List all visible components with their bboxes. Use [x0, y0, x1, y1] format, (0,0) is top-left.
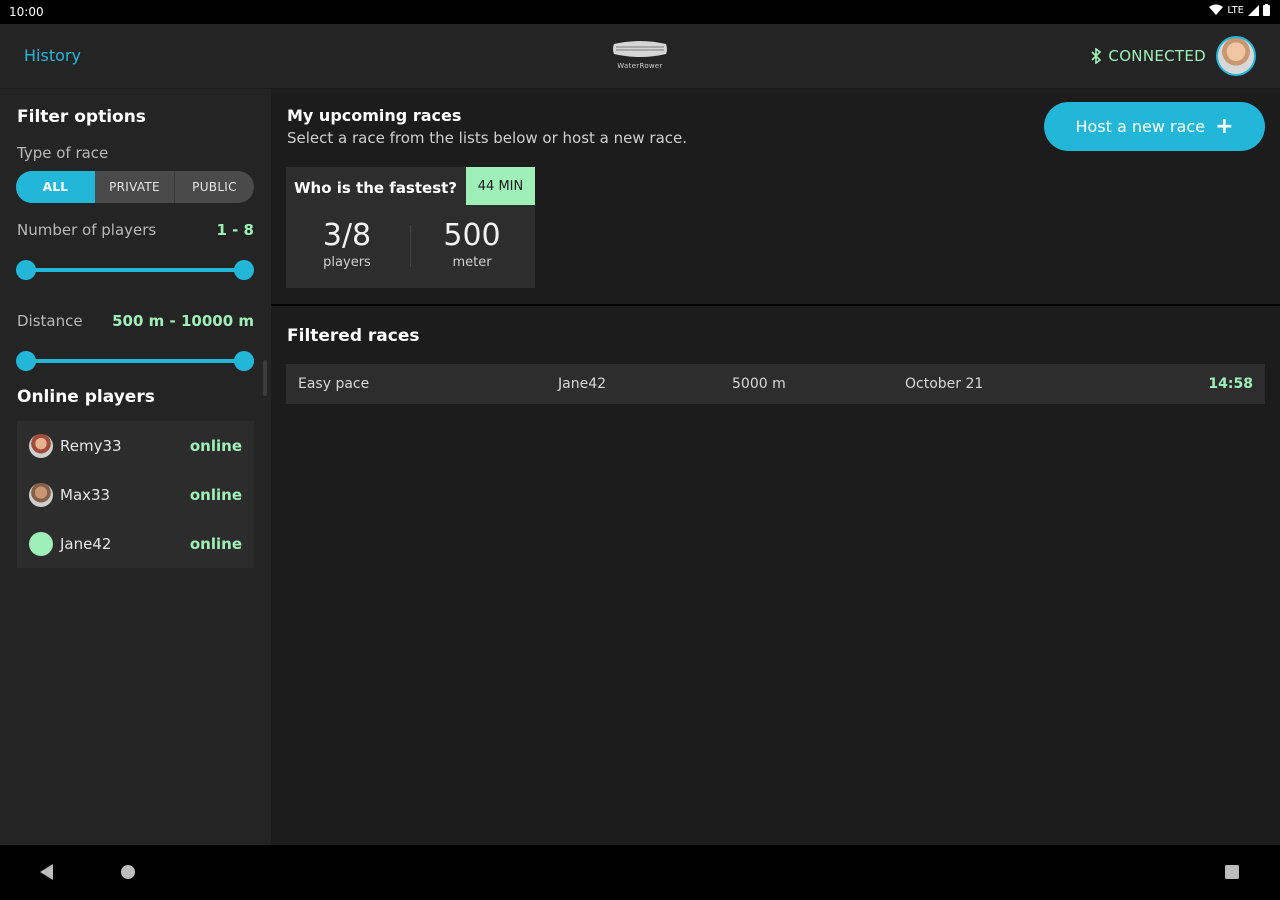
race-distance-unit: meter — [452, 255, 492, 270]
race-type-public[interactable]: PUBLIC — [175, 171, 254, 203]
player-name: Remy33 — [60, 436, 122, 455]
race-name: Easy pace — [298, 376, 370, 392]
distance-range-slider[interactable] — [16, 351, 254, 371]
player-avatar — [29, 433, 53, 458]
wifi-icon — [1209, 4, 1224, 15]
player-item[interactable]: Jane42 online — [17, 519, 254, 568]
race-distance-stat: 500 meter — [417, 218, 527, 271]
player-status: online — [189, 436, 242, 455]
race-players-unit: players — [323, 255, 371, 270]
distance-label: Distance — [17, 312, 83, 330]
pane-resize-handle[interactable] — [263, 360, 267, 396]
stat-divider — [410, 225, 411, 267]
connection-status[interactable]: CONNECTED — [1090, 47, 1206, 65]
players-range-value: 1 - 8 — [216, 221, 254, 239]
logo-text: WaterRower — [617, 62, 663, 70]
players-max-handle[interactable] — [234, 260, 254, 280]
online-players-title: Online players — [17, 387, 155, 407]
upcoming-races-section: My upcoming races Select a race from the… — [271, 89, 1280, 304]
race-date: October 21 — [905, 376, 984, 392]
players-filter-row: Number of players 1 - 8 — [17, 221, 254, 239]
race-time-badge: 44 MIN — [466, 167, 535, 205]
signal-icon — [1248, 4, 1259, 16]
upcoming-races-title: My upcoming races — [287, 106, 462, 125]
upcoming-races-subtitle: Select a race from the lists below or ho… — [287, 129, 688, 147]
distance-filter-row: Distance 500 m - 10000 m — [17, 312, 254, 330]
race-type-all[interactable]: ALL — [16, 171, 95, 203]
race-start-time: 14:58 — [1208, 376, 1253, 392]
user-avatar[interactable] — [1216, 36, 1256, 76]
distance-min-handle[interactable] — [16, 351, 36, 371]
network-label: LTE — [1227, 4, 1244, 16]
player-name: Max33 — [60, 485, 111, 504]
race-players-stat: 3/8 players — [292, 218, 402, 271]
players-min-handle[interactable] — [16, 260, 36, 280]
race-host: Jane42 — [558, 376, 607, 392]
recent-apps-icon[interactable] — [1225, 865, 1239, 879]
player-name: Jane42 — [60, 534, 112, 553]
bluetooth-icon — [1091, 48, 1102, 64]
race-card-title: Who is the fastest? — [294, 179, 458, 197]
history-link[interactable]: History — [24, 46, 81, 65]
filtered-race-row[interactable]: Easy pace Jane42 5000 m October 21 14:58 — [286, 364, 1265, 404]
back-icon[interactable] — [40, 864, 53, 880]
race-type-label: Type of race — [17, 144, 109, 162]
player-item[interactable]: Max33 online — [17, 470, 254, 519]
system-icons: LTE — [1209, 4, 1270, 16]
filter-options-title: Filter options — [17, 107, 146, 127]
battery-icon — [1263, 4, 1270, 16]
connection-label: CONNECTED — [1108, 47, 1206, 65]
race-players-value: 3/8 — [322, 218, 372, 253]
waterrower-logo: WaterRower — [610, 38, 670, 74]
distance-range-value: 500 m - 10000 m — [112, 312, 254, 330]
race-type-private[interactable]: PRIVATE — [95, 171, 175, 203]
system-navigation-bar — [0, 845, 1280, 900]
filtered-races-section: Filtered races Easy pace Jane42 5000 m O… — [271, 306, 1280, 845]
player-status: online — [189, 485, 242, 504]
players-label: Number of players — [17, 221, 157, 239]
home-icon[interactable] — [121, 865, 135, 879]
host-new-race-label: Host a new race — [1075, 117, 1206, 136]
logo-icon — [613, 41, 667, 57]
status-bar: 10:00 LTE — [0, 0, 1280, 24]
players-range-slider[interactable] — [16, 260, 254, 280]
race-distance: 5000 m — [732, 376, 786, 392]
player-avatar — [29, 531, 53, 556]
player-status: online — [189, 534, 242, 553]
player-item[interactable]: Remy33 online — [17, 421, 254, 470]
filter-sidebar: Filter options Type of race ALL PRIVATE … — [0, 89, 271, 845]
online-players-list: Remy33 online Max33 online Jane42 online — [17, 421, 254, 568]
race-distance-value: 500 — [443, 218, 501, 253]
filtered-races-title: Filtered races — [287, 326, 420, 346]
plus-icon: + — [1215, 113, 1234, 139]
app-bar: History WaterRower CONNECTED — [0, 24, 1280, 89]
host-new-race-button[interactable]: Host a new race + — [1044, 102, 1265, 151]
player-avatar — [29, 482, 53, 507]
distance-max-handle[interactable] — [234, 351, 254, 371]
race-type-segmented-control: ALL PRIVATE PUBLIC — [16, 171, 254, 203]
status-time: 10:00 — [9, 5, 44, 19]
upcoming-race-card[interactable]: Who is the fastest? 44 MIN 3/8 players 5… — [286, 167, 535, 288]
